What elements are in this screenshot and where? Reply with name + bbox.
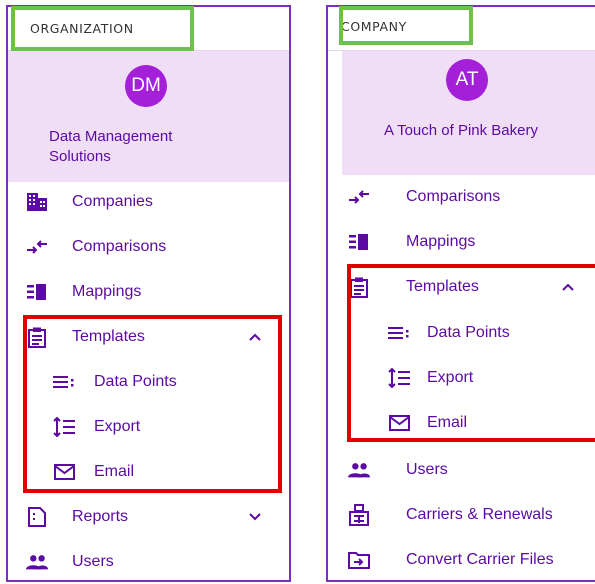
sidebar-item-label: Comparisons: [406, 188, 501, 205]
sidebar-item-mappings[interactable]: Mappings: [8, 271, 289, 313]
building-icon: [26, 191, 48, 213]
sidebar-item-reports[interactable]: Reports: [8, 496, 289, 538]
avatar: AT: [446, 59, 488, 101]
sidebar-item-label: Mappings: [72, 283, 142, 300]
sidebar-item-label: Comparisons: [72, 238, 167, 255]
avatar: DM: [125, 65, 167, 107]
compare-arrows-icon: [26, 236, 48, 258]
sidebar-item-comparisons[interactable]: Comparisons: [8, 226, 289, 268]
sidebar-item-label: Users: [72, 553, 114, 570]
organization-name: Data Management Solutions: [49, 128, 173, 165]
company-card[interactable]: AT A Touch of Pink Bakery: [342, 51, 595, 175]
templates-group-highlight: [23, 315, 282, 493]
report-icon: [26, 506, 48, 528]
sidebar-item-comparisons[interactable]: Comparisons: [328, 176, 595, 218]
folder-arrow-icon: [348, 549, 370, 571]
sidebar-item-companies[interactable]: Companies: [8, 181, 289, 223]
sidebar-item-label: Mappings: [406, 233, 476, 250]
sidebar-item-label: Carriers & Renewals: [406, 506, 553, 523]
company-name: A Touch of Pink Bakery: [384, 122, 538, 139]
mapping-icon: [348, 231, 370, 253]
organization-card[interactable]: DM Data Management Solutions: [8, 51, 289, 182]
section-label-highlight: [11, 6, 194, 51]
chevron-down-icon[interactable]: [248, 510, 262, 524]
sidebar-item-label: Reports: [72, 508, 129, 525]
sidebar-item-label: Companies: [72, 193, 153, 210]
compare-arrows-icon: [348, 186, 370, 208]
section-label-highlight: [339, 6, 473, 45]
sidebar-item-mappings[interactable]: Mappings: [328, 221, 595, 263]
organization-sidebar: ORGANIZATION DM Data Management Solution…: [6, 5, 291, 582]
carrier-add-icon: [348, 504, 370, 526]
templates-group-highlight: [347, 264, 595, 442]
sidebar-item-users[interactable]: Users: [8, 541, 289, 580]
sidebar-item-convert-carrier-files[interactable]: Convert Carrier Files: [328, 539, 595, 580]
sidebar-item-label: Convert Carrier Files: [406, 551, 554, 568]
mapping-icon: [26, 281, 48, 303]
sidebar-item-carriers-renewals[interactable]: Carriers & Renewals: [328, 494, 595, 536]
sidebar-item-label: Users: [406, 461, 448, 478]
people-icon: [26, 551, 48, 573]
sidebar-item-users[interactable]: Users: [328, 449, 595, 491]
people-icon: [348, 459, 370, 481]
